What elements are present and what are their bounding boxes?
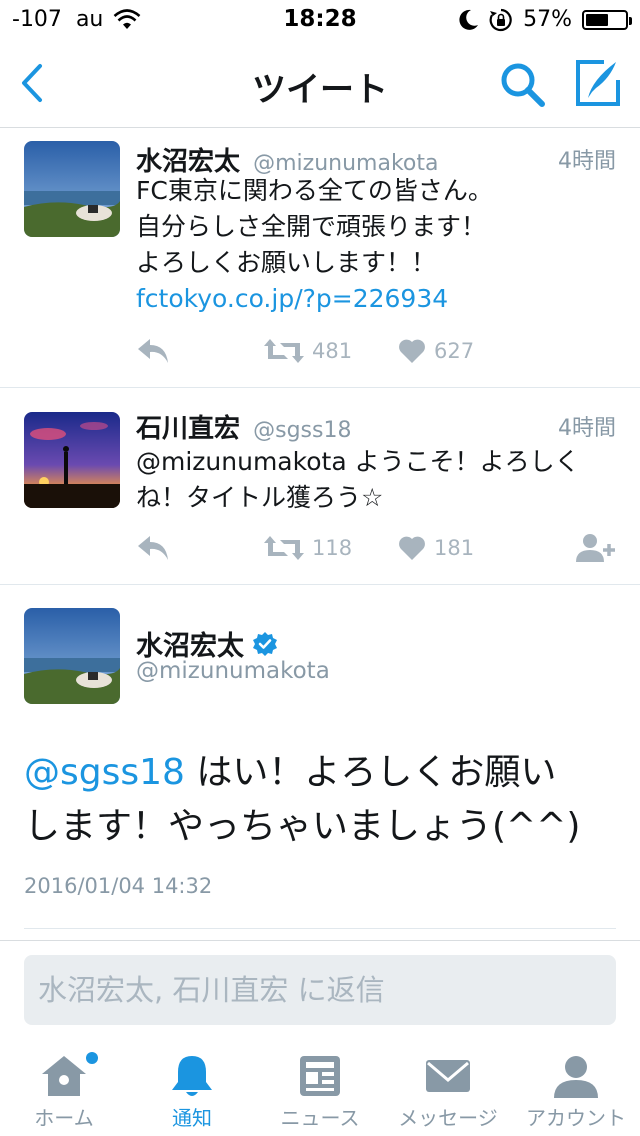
- compose-icon[interactable]: [574, 58, 622, 108]
- reply-input[interactable]: [24, 955, 616, 1025]
- tab-label: アカウント: [526, 1106, 626, 1130]
- retweet-count: 118: [312, 536, 353, 560]
- status-right: 57%: [459, 7, 632, 32]
- tweet-header: 石川直宏 @sgss18 4時間: [136, 408, 616, 444]
- user-handle[interactable]: @mizunumakota: [136, 658, 330, 684]
- rotation-lock-icon: [489, 8, 512, 31]
- tweet-link[interactable]: fctokyo.co.jp/?p=226934: [136, 281, 616, 317]
- focused-tweet-text: @sgss18 はい！よろしくお願い します！やっちゃいましょう(^^): [24, 746, 616, 854]
- tweet-text-line: よろしくお願いします！！: [136, 248, 437, 277]
- tweet-text: @mizunumakota ようこそ！よろしく ね！タイトル獲ろう☆: [136, 444, 616, 516]
- tab-home[interactable]: ホーム: [0, 1040, 128, 1136]
- search-icon[interactable]: [498, 60, 546, 108]
- person-icon: [554, 1056, 598, 1098]
- like-count: 181: [434, 536, 475, 560]
- battery-icon: [582, 9, 632, 30]
- like-button[interactable]: 181: [398, 530, 474, 566]
- nav-bar: ツイート: [0, 40, 640, 128]
- tweet-header: 水沼宏太 @mizunumakota 4時間: [136, 141, 616, 177]
- home-icon: [42, 1056, 86, 1096]
- user-name[interactable]: 石川直宏: [136, 414, 240, 444]
- reply-icon: [138, 339, 168, 363]
- reply-button[interactable]: [136, 530, 170, 566]
- bell-icon: [172, 1056, 212, 1096]
- battery-percent: 57%: [523, 7, 572, 32]
- tweet-actions: 118 181: [136, 530, 616, 566]
- like-count: 627: [434, 339, 475, 363]
- tab-label: メッセージ: [398, 1106, 498, 1130]
- tweet-item[interactable]: 水沼宏太 @mizunumakota 4時間 FC東京に関わる全ての皆さん。 自…: [0, 129, 640, 388]
- tweet-item[interactable]: 石川直宏 @sgss18 4時間 @mizunumakota ようこそ！よろしく…: [0, 388, 640, 585]
- heart-icon: [399, 536, 425, 560]
- envelope-icon: [426, 1060, 470, 1092]
- retweet-button[interactable]: 118: [264, 530, 352, 566]
- battery-fill: [586, 13, 608, 26]
- retweet-icon: [264, 339, 304, 363]
- tab-notifications[interactable]: 通知: [128, 1040, 256, 1136]
- tab-label: ホーム: [34, 1106, 94, 1130]
- user-handle[interactable]: @sgss18: [253, 418, 351, 443]
- avatar[interactable]: [24, 412, 120, 508]
- avatar-sunset-image: [24, 412, 120, 508]
- tweet-text-line: 自分らしさ全開で頑張ります！: [136, 212, 487, 241]
- avatar[interactable]: [24, 141, 120, 237]
- follow-button[interactable]: [576, 530, 616, 566]
- tweet-text-line: ね！タイトル獲ろう☆: [136, 483, 384, 512]
- status-bar: -107 au 18:28 57%: [0, 0, 640, 40]
- tweet-time: 4時間: [558, 416, 616, 441]
- add-user-icon: [576, 534, 615, 562]
- mention-link[interactable]: @sgss18: [24, 752, 185, 793]
- tweet-text-line: はい！よろしくお願い: [184, 752, 557, 793]
- tweet-text-line: @mizunumakota ようこそ！よろしく: [136, 447, 580, 476]
- tweet-text: FC東京に関わる全ての皆さん。 自分らしさ全開で頑張ります！ よろしくお願いしま…: [136, 173, 616, 317]
- retweet-count: 481: [312, 339, 353, 363]
- like-button[interactable]: 627: [398, 333, 474, 369]
- tab-label: ニュース: [280, 1106, 360, 1130]
- tweet-text-line: FC東京に関わる全ての皆さん。: [136, 176, 493, 205]
- verified-badge-icon: [253, 631, 277, 656]
- moon-icon: [459, 9, 479, 30]
- tab-account[interactable]: アカウント: [512, 1040, 640, 1136]
- tab-news[interactable]: ニュース: [256, 1040, 384, 1136]
- tweet-time: 4時間: [558, 149, 616, 174]
- tab-messages[interactable]: メッセージ: [384, 1040, 512, 1136]
- tweet-text-line: します！やっちゃいましょう(^^): [24, 806, 581, 847]
- tweet-actions: 481 627: [136, 333, 616, 369]
- heart-icon: [399, 339, 425, 363]
- tweet-timestamp: 2016/01/04 14:32: [24, 874, 213, 898]
- avatar-landscape-image: [24, 608, 120, 704]
- avatar-landscape-image: [24, 141, 120, 237]
- retweet-icon: [264, 536, 304, 560]
- reply-button[interactable]: [136, 333, 170, 369]
- tab-label: 通知: [172, 1106, 212, 1130]
- retweet-button[interactable]: 481: [264, 333, 352, 369]
- tab-bar: ホーム 通知 ニュース メッセージ アカウント: [0, 1040, 640, 1136]
- avatar[interactable]: [24, 608, 120, 704]
- reply-bar: [0, 940, 640, 1040]
- divider: [24, 928, 616, 929]
- news-icon: [300, 1056, 340, 1096]
- reply-icon: [138, 536, 168, 560]
- notification-dot: [86, 1052, 98, 1064]
